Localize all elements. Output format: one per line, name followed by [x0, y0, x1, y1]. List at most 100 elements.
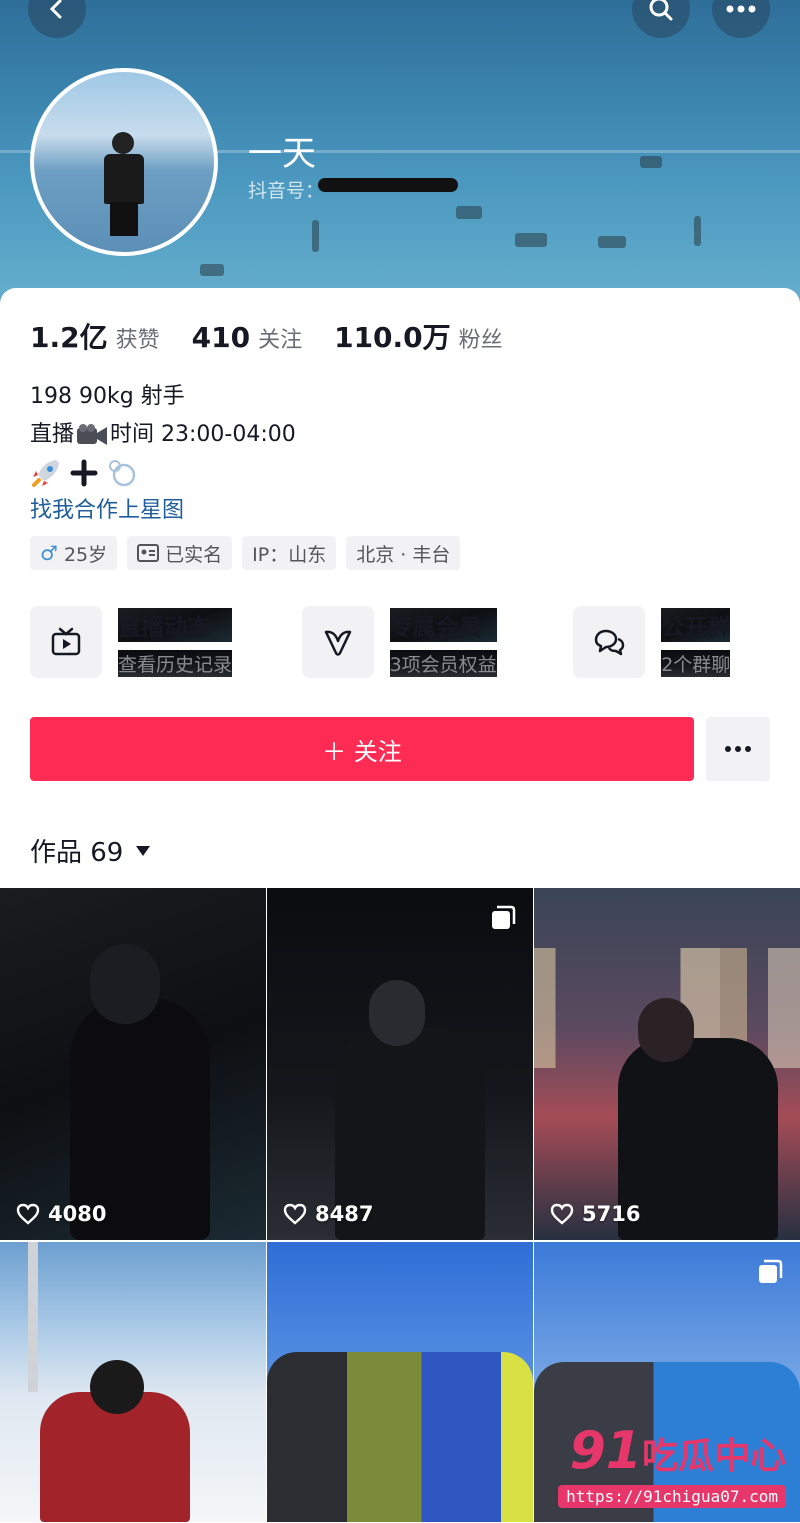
live-tv-icon: [51, 627, 81, 656]
more-actions-button[interactable]: [706, 717, 770, 781]
tag-age-label: 25岁: [63, 543, 108, 566]
post-likes-count: 4080: [48, 1202, 107, 1226]
works-tab-label: 作品 69: [30, 838, 124, 868]
avatar[interactable]: [30, 68, 218, 256]
post-tile[interactable]: 91吃瓜中心 https://91chigua07.com: [534, 1242, 800, 1522]
heart-icon: [16, 1203, 40, 1225]
feature-entries: 直播动态 查看历史记录 专属会员 3项会员权益 公开群 2个群聊: [30, 606, 770, 678]
bio: 198 90kg 射手 直播 时间 23:00-04:00 找我合作上星图: [30, 378, 296, 530]
search-icon: [649, 0, 673, 21]
stats-row: 1.2亿 获赞 410 关注 110.0万 粉丝: [30, 316, 535, 356]
tag-verified: 已实名: [127, 536, 233, 570]
group-chat-icon: [594, 629, 625, 656]
more-dots-icon: [725, 746, 751, 752]
avatar-person-body: [104, 154, 144, 204]
profile-tags: ♂ 25岁 已实名 IP：山东 北京 · 丰台: [30, 536, 461, 570]
stat-label: 关注: [258, 328, 303, 353]
post-figure-head: [638, 998, 694, 1062]
watermark: 91吃瓜中心 https://91chigua07.com: [558, 1425, 786, 1508]
watermark-logo-number: 91: [569, 1421, 642, 1481]
tag-gender-age: ♂ 25岁: [30, 536, 118, 570]
post-tile[interactable]: [0, 1242, 266, 1522]
display-name: 一天: [248, 134, 316, 174]
feature-live-history[interactable]: 直播动态 查看历史记录: [30, 606, 302, 678]
stat-value: 410: [191, 321, 251, 354]
avatar-person-legs: [110, 202, 138, 236]
back-button[interactable]: [28, 0, 86, 38]
feature-membership[interactable]: 专属会员 3项会员权益: [301, 606, 574, 678]
post-likes: 8487: [283, 1202, 373, 1226]
post-tile[interactable]: 5716: [534, 888, 800, 1240]
video-camera-icon: [77, 424, 108, 445]
feature-title: 直播动态: [118, 607, 233, 642]
heart-icon: [283, 1203, 307, 1225]
bio-emoji-row: [30, 454, 296, 492]
group-figures: [267, 1352, 533, 1522]
feature-title: 公开群: [661, 607, 731, 642]
bio-line-2-suffix: 时间 23:00-04:00: [110, 422, 296, 447]
more-options-button[interactable]: [712, 0, 770, 38]
tag-ip: IP：山东: [242, 536, 337, 570]
cow-silhouette: [640, 156, 662, 168]
feature-subtitle: 3项会员权益: [389, 649, 497, 677]
feature-icon-box: [573, 606, 646, 678]
bubbles-icon: [109, 460, 136, 487]
stat-label: 粉丝: [458, 328, 503, 353]
stat-likes[interactable]: 1.2亿 获赞: [30, 316, 160, 356]
post-likes: 4080: [16, 1202, 106, 1226]
bio-line-2: 直播 时间 23:00-04:00: [30, 416, 296, 454]
rocket-icon: [32, 460, 59, 487]
feature-public-group[interactable]: 公开群 2个群聊: [573, 606, 770, 678]
profile-cover: 一天 抖音号：: [0, 0, 800, 320]
id-card-icon: [137, 544, 160, 562]
ski-lift: [28, 1242, 38, 1392]
stat-value: 1.2亿: [30, 321, 108, 354]
post-tile[interactable]: 8487: [267, 888, 533, 1240]
feature-icon-box: [30, 606, 102, 678]
post-figure-head: [369, 980, 425, 1046]
bio-line-1: 198 90kg 射手: [30, 384, 185, 409]
more-dots-icon: [726, 5, 756, 13]
post-grid: 4080 8487 5716 91吃瓜中心 https://91chigua07…: [0, 888, 800, 1522]
post-likes: 5716: [550, 1202, 640, 1226]
cow-silhouette: [200, 264, 224, 276]
works-tab[interactable]: 作品 69: [30, 832, 151, 869]
redacted-id-scribble: [318, 178, 458, 192]
follow-button[interactable]: ＋ 关注: [30, 717, 694, 781]
post-figure-head: [90, 944, 160, 1024]
chevron-left-icon: [49, 0, 62, 19]
search-button[interactable]: [632, 0, 690, 38]
plus-icon: [70, 459, 98, 487]
watermark-logo-text: 吃瓜中心: [641, 1436, 786, 1477]
multi-image-icon: [759, 1259, 783, 1283]
douyin-id-label: 抖音号：: [248, 180, 325, 202]
avatar-person-head: [112, 132, 134, 154]
business-cooperation-link[interactable]: 找我合作上星图: [30, 492, 296, 530]
feature-subtitle: 2个群聊: [661, 649, 731, 677]
post-tile[interactable]: 4080: [0, 888, 266, 1240]
feature-title: 专属会员: [389, 607, 497, 642]
stat-label: 获赞: [115, 328, 160, 353]
feature-icon-box: [301, 606, 374, 678]
cow-silhouette: [598, 236, 626, 248]
person-silhouette: [694, 216, 701, 246]
tag-verified-label: 已实名: [165, 543, 223, 566]
caret-down-icon: [136, 845, 151, 856]
tag-location: 北京 · 丰台: [346, 536, 461, 570]
stat-value: 110.0万: [334, 321, 451, 354]
post-figure-head: [90, 1360, 144, 1414]
person-silhouette: [312, 220, 319, 252]
post-tile[interactable]: [267, 1242, 533, 1522]
cow-silhouette: [456, 206, 482, 219]
bio-line-2-prefix: 直播: [30, 422, 75, 447]
stat-followers[interactable]: 110.0万 粉丝: [334, 316, 503, 356]
watermark-logo: 91吃瓜中心: [558, 1425, 786, 1483]
multi-image-icon: [492, 905, 516, 929]
post-figure: [618, 1038, 778, 1240]
feature-subtitle: 查看历史记录: [118, 649, 233, 677]
post-likes-count: 8487: [315, 1202, 374, 1226]
watermark-url: https://91chigua07.com: [558, 1485, 786, 1508]
post-likes-count: 5716: [582, 1202, 641, 1226]
member-v-icon: [324, 630, 351, 656]
stat-following[interactable]: 410 关注: [192, 321, 302, 354]
